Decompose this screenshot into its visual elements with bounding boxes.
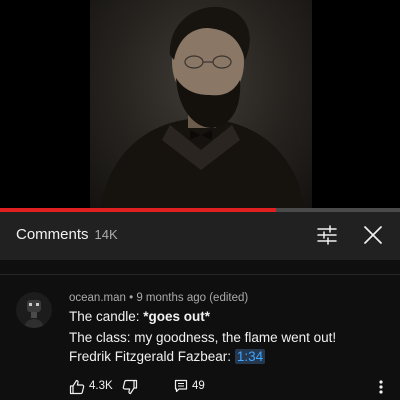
video-frame-portrait [90, 0, 312, 209]
meta-separator: • [129, 292, 134, 304]
comment-author[interactable]: ocean.man [69, 292, 126, 304]
reply-count: 49 [192, 380, 205, 392]
close-icon[interactable] [362, 224, 384, 246]
header-divider [0, 274, 400, 275]
comment-line-3: Fredrik Fitzgerald Fazbear: 1:34 [69, 349, 266, 364]
like-count: 4.3K [89, 380, 113, 392]
avatar[interactable] [16, 292, 52, 328]
avatar-image [16, 292, 52, 328]
comment-line-1-bold: *goes out* [143, 309, 211, 324]
comment-line-1-prefix: The candle: [69, 309, 144, 324]
comment-age: 9 months ago (edited) [136, 292, 249, 304]
reply-icon[interactable] [174, 379, 188, 393]
comments-title: Comments 14K [16, 226, 118, 243]
dislike-icon[interactable] [122, 379, 138, 395]
like-icon[interactable] [69, 379, 85, 395]
comment-line-2: The class: my goodness, the flame went o… [69, 330, 337, 345]
comments-count: 14K [94, 227, 118, 242]
more-vert-icon[interactable] [376, 377, 386, 397]
portrait-image [100, 6, 305, 209]
comment-line-3-prefix: Fredrik Fitzgerald Fazbear: [69, 349, 235, 364]
comment-meta: ocean.man • 9 months ago (edited) [69, 292, 248, 304]
comments-header: Comments 14K [0, 212, 400, 260]
video-player[interactable] [0, 0, 400, 212]
filter-icon[interactable] [316, 224, 338, 246]
comment-line-1: The candle: *goes out* [69, 309, 210, 324]
comments-title-label: Comments [16, 226, 89, 243]
timestamp-link[interactable]: 1:34 [234, 349, 266, 364]
comment-actions: 4.3K 49 [0, 377, 400, 397]
